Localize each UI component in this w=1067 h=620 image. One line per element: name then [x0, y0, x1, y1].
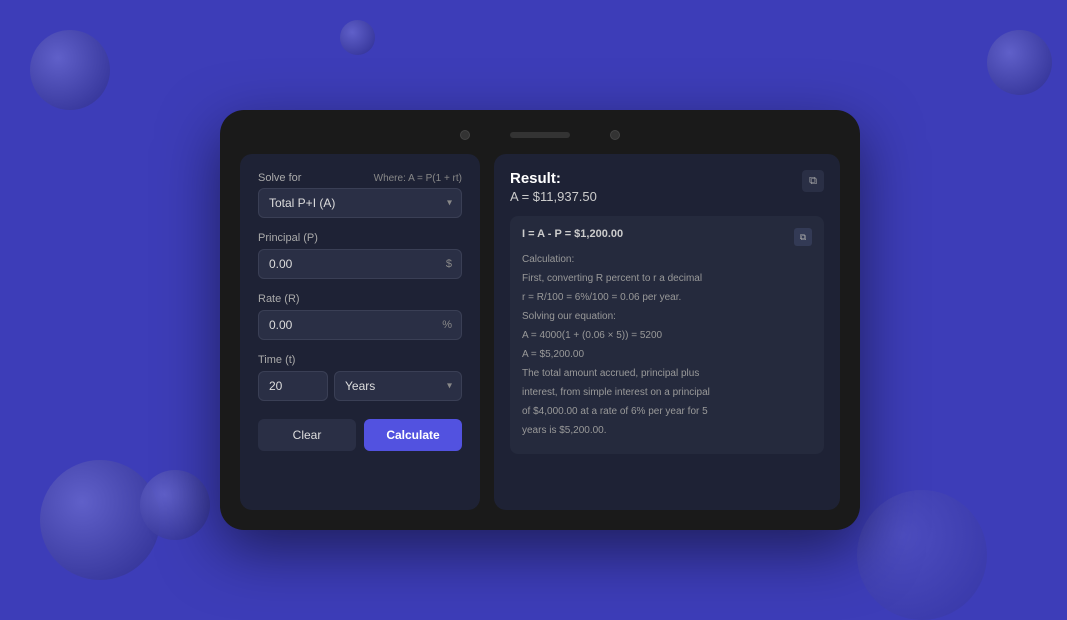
result-main-value: A = $11,937.50: [510, 189, 597, 204]
principal-input-wrapper: $: [258, 249, 462, 279]
result-header: Result: A = $11,937.50 ⧉: [510, 170, 824, 204]
detail-line6: Solving our equation:: [522, 309, 812, 324]
background-bubble-br: [857, 490, 987, 620]
background-bubble-bl2: [140, 470, 210, 540]
background-bubble-tl: [30, 30, 110, 110]
formula-label: Where: A = P(1 + rt): [374, 173, 462, 184]
clear-button[interactable]: Clear: [258, 419, 356, 451]
speaker-grille: [510, 132, 570, 138]
principal-label: Principal (P): [258, 232, 462, 244]
calculator-panel: Solve for Where: A = P(1 + rt) Total P+I…: [240, 154, 480, 510]
result-panel: Result: A = $11,937.50 ⧉ I = A - P = $1,…: [494, 154, 840, 510]
detail-calculation-text: Calculation: First, converting R percent…: [522, 252, 812, 438]
background-bubble-tc: [340, 20, 375, 55]
detail-line13: years is $5,200.00.: [522, 423, 812, 438]
solve-for-label: Solve for: [258, 172, 301, 184]
detail-line4: r = R/100 = 6%/100 = 0.06 per year.: [522, 290, 812, 305]
solve-for-select-wrapper: Total P+I (A) Principal (P) Rate (R) Tim…: [258, 188, 462, 218]
rate-field-group: Rate (R) %: [258, 293, 462, 340]
rate-label: Rate (R): [258, 293, 462, 305]
time-unit-wrapper: Years Months ▾: [334, 371, 462, 401]
detail-line3: First, converting R percent to r a decim…: [522, 271, 812, 286]
detail-interest-value: I = A - P = $1,200.00: [522, 228, 623, 240]
detail-line10: The total amount accrued, principal plus: [522, 366, 812, 381]
calculate-button[interactable]: Calculate: [364, 419, 462, 451]
time-number-input[interactable]: [258, 371, 328, 401]
time-input-wrapper: Years Months ▾: [258, 371, 462, 401]
result-title: Result:: [510, 170, 597, 187]
tablet-content: Solve for Where: A = P(1 + rt) Total P+I…: [240, 154, 840, 510]
time-unit-select[interactable]: Years Months: [334, 371, 462, 401]
tablet-device: Solve for Where: A = P(1 + rt) Total P+I…: [220, 110, 860, 530]
solve-for-select[interactable]: Total P+I (A) Principal (P) Rate (R) Tim…: [258, 188, 462, 218]
camera-icon: [460, 130, 470, 140]
copy-result-button[interactable]: ⧉: [802, 170, 824, 192]
result-detail-header: I = A - P = $1,200.00 ⧉: [522, 228, 812, 246]
result-detail-card: I = A - P = $1,200.00 ⧉ Calculation: Fir…: [510, 216, 824, 454]
time-label: Time (t): [258, 354, 462, 366]
principal-suffix: $: [446, 258, 452, 270]
background-bubble-tr: [987, 30, 1052, 95]
action-buttons: Clear Calculate: [258, 419, 462, 451]
principal-field-group: Principal (P) $: [258, 232, 462, 279]
solve-for-header: Solve for Where: A = P(1 + rt): [258, 172, 462, 184]
background-bubble-bl: [40, 460, 160, 580]
microphone-icon: [610, 130, 620, 140]
detail-line2: Calculation:: [522, 252, 812, 267]
rate-input[interactable]: [258, 310, 462, 340]
detail-line7: A = 4000(1 + (0.06 × 5)) = 5200: [522, 328, 812, 343]
detail-line11: interest, from simple interest on a prin…: [522, 385, 812, 400]
time-field-group: Time (t) Years Months ▾: [258, 354, 462, 401]
rate-suffix: %: [442, 319, 452, 331]
rate-input-wrapper: %: [258, 310, 462, 340]
detail-line12: of $4,000.00 at a rate of 6% per year fo…: [522, 404, 812, 419]
solve-for-section: Solve for Where: A = P(1 + rt) Total P+I…: [258, 172, 462, 218]
detail-line8: A = $5,200.00: [522, 347, 812, 362]
result-title-block: Result: A = $11,937.50: [510, 170, 597, 204]
principal-input[interactable]: [258, 249, 462, 279]
tablet-top-bar: [240, 130, 840, 140]
copy-detail-button[interactable]: ⧉: [794, 228, 812, 246]
